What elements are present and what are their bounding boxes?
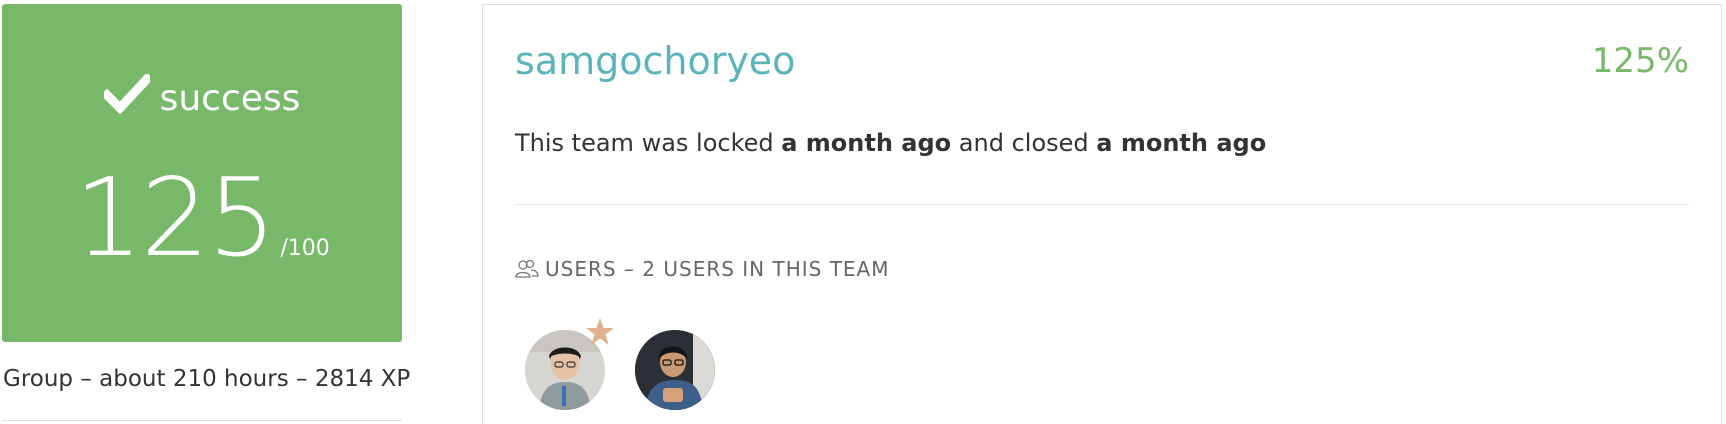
project-result-section: success 125/100 Group – about 210 hours … bbox=[0, 0, 1726, 424]
status-row: success bbox=[2, 74, 402, 121]
status-text-prefix: This team was locked bbox=[515, 129, 782, 157]
team-panel: samgochoryeo 125% This team was locked a… bbox=[482, 4, 1722, 424]
star-icon bbox=[586, 318, 614, 345]
team-status: This team was locked a month ago and clo… bbox=[515, 129, 1266, 157]
check-icon bbox=[103, 74, 150, 114]
locked-time: a month ago bbox=[781, 129, 952, 157]
panel-divider bbox=[515, 204, 1689, 205]
status-text-middle: and closed bbox=[951, 129, 1097, 157]
users-icon bbox=[515, 259, 539, 278]
avatar[interactable] bbox=[635, 330, 715, 410]
score-max: /100 bbox=[280, 236, 330, 261]
group-meta: Group – about 210 hours – 2814 XP bbox=[3, 366, 411, 392]
score-value: 125 bbox=[74, 156, 276, 281]
score-row: 125/100 bbox=[2, 164, 402, 274]
score-card: success 125/100 bbox=[2, 4, 402, 342]
user-photo bbox=[635, 330, 715, 410]
closed-time: a month ago bbox=[1096, 129, 1267, 157]
status-label: success bbox=[159, 78, 301, 119]
team-percent: 125% bbox=[1591, 41, 1689, 81]
users-header-label: USERS – 2 USERS IN THIS TEAM bbox=[545, 257, 890, 281]
team-name-link[interactable]: samgochoryeo bbox=[515, 39, 795, 83]
users-header: USERS – 2 USERS IN THIS TEAM bbox=[515, 257, 890, 281]
divider bbox=[2, 420, 402, 421]
